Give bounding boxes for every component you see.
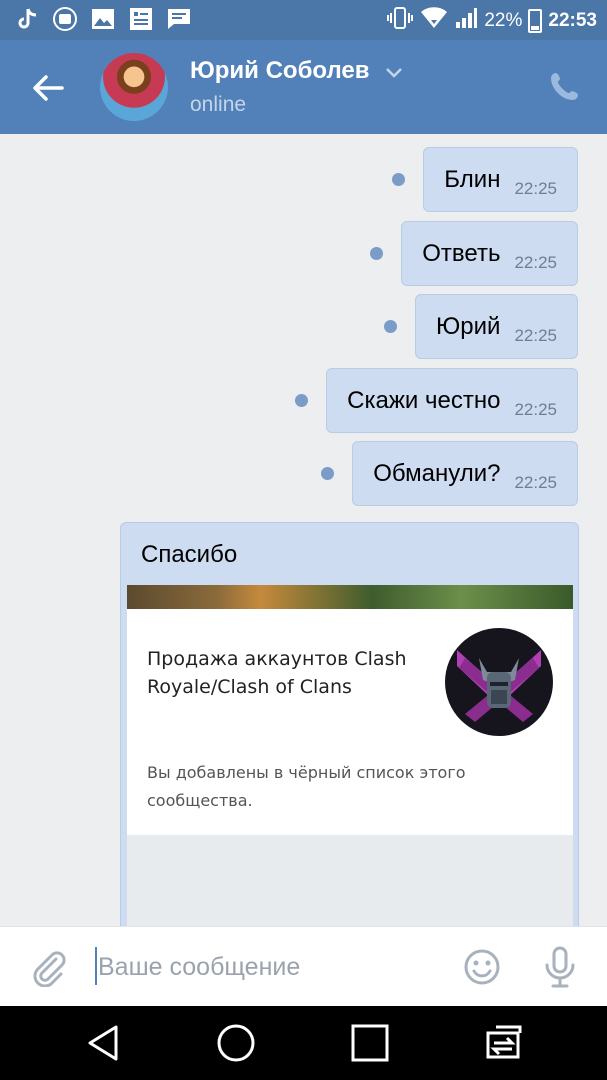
message-input[interactable] bbox=[98, 945, 438, 989]
triangle-back-icon bbox=[88, 1025, 118, 1061]
signal-icon bbox=[454, 6, 478, 36]
message-time: 22:25 bbox=[514, 252, 557, 272]
message-bubble[interactable]: Обманули? 22:25 bbox=[352, 441, 578, 506]
unread-dot bbox=[384, 320, 398, 333]
message-time: 22:25 bbox=[514, 399, 557, 419]
battery-percent: 22% bbox=[484, 10, 523, 31]
status-bar: 22% 22:53 bbox=[0, 0, 607, 40]
call-button[interactable] bbox=[549, 70, 581, 102]
contact-name[interactable]: Юрий Соболев bbox=[190, 57, 370, 85]
card-placeholder bbox=[127, 835, 573, 926]
link-card[interactable]: Продажа аккаунтов Clash Royale/Clash of … bbox=[127, 585, 573, 835]
message-row: Скажи честно 22:25 bbox=[295, 368, 578, 433]
text-caret bbox=[95, 947, 97, 985]
back-button[interactable] bbox=[28, 68, 68, 108]
unread-dot bbox=[392, 173, 406, 186]
nav-switch-sim-button[interactable] bbox=[482, 1023, 522, 1063]
message-text: Юрий bbox=[436, 312, 501, 340]
message-row: Блин 22:25 bbox=[392, 147, 578, 212]
sim-toolkit-icon bbox=[128, 6, 154, 32]
message-list[interactable]: Блин 22:25 Ответь 22:25 Юрий 22:25 Скажи… bbox=[0, 134, 607, 926]
forwarded-message-bubble[interactable]: Спасибо Продажа аккаунтов Clash Royale/C… bbox=[120, 522, 579, 926]
message-bubble[interactable]: Скажи честно 22:25 bbox=[326, 368, 578, 433]
tiktok-icon bbox=[14, 6, 40, 32]
message-text: Ответь bbox=[422, 239, 501, 267]
message-row: Обманули? 22:25 bbox=[321, 441, 578, 506]
mi-icon bbox=[52, 6, 78, 32]
message-row: Ответь 22:25 bbox=[370, 221, 578, 286]
card-note: Вы добавлены в чёрный список этого сообщ… bbox=[147, 763, 466, 810]
message-bubble[interactable]: Ответь 22:25 bbox=[401, 221, 578, 286]
avatar[interactable] bbox=[100, 53, 168, 121]
message-bubble[interactable]: Юрий 22:25 bbox=[415, 294, 578, 359]
smile-icon bbox=[464, 949, 500, 985]
message-text: Обманули? bbox=[373, 459, 501, 487]
chat-icon bbox=[166, 6, 192, 32]
emoji-button[interactable] bbox=[462, 947, 502, 987]
message-text: Спасибо bbox=[141, 541, 238, 568]
message-composer bbox=[0, 926, 607, 1006]
unread-dot bbox=[295, 394, 309, 407]
phone-icon bbox=[551, 73, 578, 100]
attach-button[interactable] bbox=[28, 947, 68, 988]
card-title: Продажа аккаунтов Clash Royale/Clash of … bbox=[147, 648, 407, 698]
chevron-down-icon[interactable] bbox=[385, 64, 403, 83]
message-time: 22:25 bbox=[514, 325, 557, 345]
status-time: 22:53 bbox=[548, 10, 597, 31]
message-row: Юрий 22:25 bbox=[384, 294, 578, 359]
battery-icon bbox=[528, 9, 543, 33]
arrow-left-icon bbox=[33, 75, 64, 101]
unread-dot bbox=[370, 247, 384, 260]
paperclip-icon bbox=[33, 951, 66, 988]
contact-status: online bbox=[190, 93, 247, 116]
message-text: Блин bbox=[444, 165, 501, 193]
switch-icon bbox=[486, 1025, 522, 1059]
vibrate-icon bbox=[386, 6, 414, 36]
nav-home-button[interactable] bbox=[216, 1023, 256, 1063]
card-banner-image bbox=[127, 585, 573, 609]
square-recents-icon bbox=[351, 1024, 389, 1062]
wifi-icon bbox=[420, 6, 448, 36]
circle-home-icon bbox=[217, 1024, 255, 1062]
message-time: 22:25 bbox=[514, 178, 557, 198]
nav-recents-button[interactable] bbox=[350, 1023, 390, 1063]
system-nav-bar bbox=[0, 1006, 607, 1080]
chat-header: Юрий Соболев online bbox=[0, 40, 607, 134]
community-logo bbox=[445, 628, 553, 736]
message-bubble[interactable]: Блин 22:25 bbox=[423, 147, 578, 212]
nav-back-button[interactable] bbox=[84, 1023, 124, 1063]
microphone-icon bbox=[545, 946, 575, 988]
unread-dot bbox=[321, 467, 335, 480]
voice-message-button[interactable] bbox=[540, 945, 580, 989]
message-text: Скажи честно bbox=[347, 386, 501, 414]
gallery-icon bbox=[90, 6, 116, 32]
message-time: 22:25 bbox=[514, 472, 557, 492]
